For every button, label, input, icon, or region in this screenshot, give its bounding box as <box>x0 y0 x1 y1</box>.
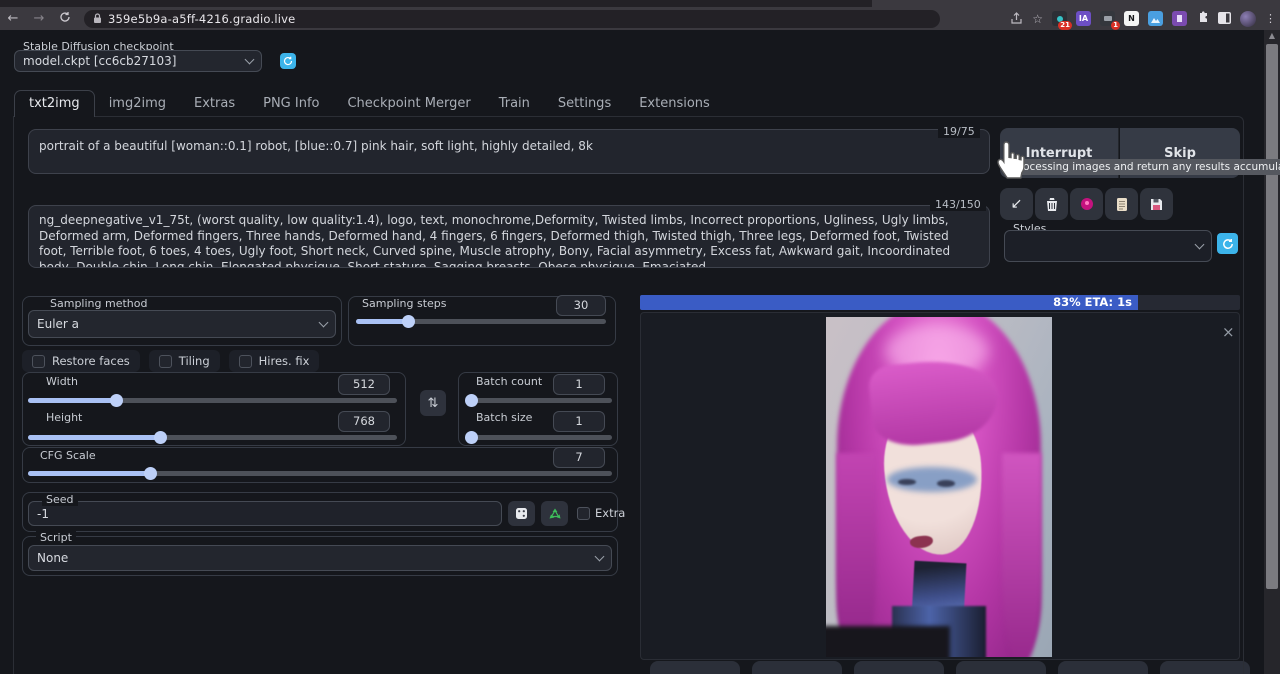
extra-networks-button[interactable] <box>1070 188 1103 220</box>
paste-arrow-icon: ↙ <box>1011 196 1023 212</box>
extensions-puzzle-icon[interactable] <box>1196 9 1209 28</box>
ext-screenshot-badge: 1 <box>1111 21 1120 30</box>
save-style-button[interactable] <box>1140 188 1173 220</box>
trash-icon <box>1045 197 1059 212</box>
extra-networks-icon <box>1080 197 1094 211</box>
batch-size-input[interactable]: 1 <box>553 411 605 432</box>
tab-img2img[interactable]: img2img <box>95 91 180 117</box>
tab-train[interactable]: Train <box>485 91 544 117</box>
height-input[interactable]: 768 <box>338 411 390 432</box>
toolbar-extensions: ☆ 21 IA 1 N ⋮ <box>1010 7 1276 30</box>
refresh-icon <box>283 56 293 66</box>
width-input[interactable]: 512 <box>338 374 390 395</box>
lock-icon <box>93 13 102 24</box>
batch-count-input[interactable]: 1 <box>553 374 605 395</box>
reload-icon[interactable] <box>52 11 78 27</box>
batch-count-label: Batch count <box>472 375 546 388</box>
height-label: Height <box>42 411 86 424</box>
scrollbar-thumb[interactable] <box>1266 44 1278 589</box>
checkpoint-value: model.ckpt [cc6cb27103] <box>23 54 246 68</box>
ext-screenshot-icon[interactable]: 1 <box>1100 11 1115 26</box>
tab-bar: txt2img img2img Extras PNG Info Checkpoi… <box>14 90 724 117</box>
checkpoint-refresh-button[interactable] <box>280 53 296 69</box>
sampling-steps-label: Sampling steps <box>358 297 451 310</box>
save-floppy-icon <box>1150 198 1163 211</box>
prompt-input[interactable]: portrait of a beautiful [woman::0.1] rob… <box>28 129 990 174</box>
ext-onenote-icon[interactable] <box>1172 11 1187 26</box>
clipboard-icon <box>1116 197 1128 212</box>
scrollbar-up-arrow[interactable]: ▲ <box>1264 30 1280 42</box>
cfg-scale-input[interactable]: 7 <box>553 447 605 468</box>
browser-toolbar: ← → 359e5b9a-a5ff-4216.gradio.live ☆ 21 … <box>0 7 1280 30</box>
apply-style-button[interactable] <box>1105 188 1138 220</box>
browser-tabstrip-right <box>872 0 1280 7</box>
tab-checkpoint-merger[interactable]: Checkpoint Merger <box>333 91 484 117</box>
sampling-steps-input[interactable]: 30 <box>556 295 606 316</box>
interrupt-tooltip: rocessing images and return any results … <box>1012 159 1280 175</box>
menu-kebab-icon[interactable]: ⋮ <box>1265 12 1276 25</box>
cfg-scale-label: CFG Scale <box>36 449 100 462</box>
ext-pin-badge: 21 <box>1058 21 1072 30</box>
negative-prompt-counter: 143/150 <box>930 198 986 211</box>
checkpoint-select[interactable]: model.ckpt [cc6cb27103] <box>14 50 262 72</box>
ext-ia-icon[interactable]: IA <box>1076 11 1091 26</box>
mouse-cursor-hand <box>994 139 1028 181</box>
tab-extras[interactable]: Extras <box>180 91 249 117</box>
address-bar[interactable]: 359e5b9a-a5ff-4216.gradio.live <box>84 10 940 28</box>
bookmark-star-icon[interactable]: ☆ <box>1032 12 1043 26</box>
tab-png-info[interactable]: PNG Info <box>249 91 333 117</box>
tab-extensions[interactable]: Extensions <box>625 91 724 117</box>
tab-txt2img[interactable]: txt2img <box>14 90 95 117</box>
share-icon[interactable] <box>1010 12 1023 25</box>
forward-icon[interactable]: → <box>26 11 52 26</box>
paste-params-button[interactable]: ↙ <box>1000 188 1033 220</box>
seed-label: Seed <box>42 493 78 506</box>
batch-size-label: Batch size <box>472 411 536 424</box>
ext-pin-icon[interactable]: 21 <box>1052 11 1067 26</box>
url-text: 359e5b9a-a5ff-4216.gradio.live <box>108 12 295 26</box>
back-icon[interactable]: ← <box>0 11 26 26</box>
clear-prompt-button[interactable] <box>1035 188 1068 220</box>
side-panel-icon[interactable] <box>1218 9 1231 28</box>
negative-prompt-input[interactable]: ng_deepnegative_v1_75t, (worst quality, … <box>28 205 990 268</box>
browser-tabstrip <box>0 0 872 7</box>
close-preview-icon[interactable]: × <box>1222 325 1235 340</box>
profile-avatar[interactable] <box>1240 11 1256 27</box>
chevron-down-icon <box>245 55 255 65</box>
script-label: Script <box>36 531 76 544</box>
app-root: ← → 359e5b9a-a5ff-4216.gradio.live ☆ 21 … <box>0 0 1280 674</box>
sampling-method-label: Sampling method <box>46 297 151 310</box>
ext-image-icon[interactable] <box>1148 11 1163 26</box>
tab-settings[interactable]: Settings <box>544 91 625 117</box>
prompt-counter: 19/75 <box>938 125 980 138</box>
page-scrollbar[interactable]: ▲ <box>1264 30 1280 674</box>
ext-notion-icon[interactable]: N <box>1124 11 1139 26</box>
width-label: Width <box>42 375 82 388</box>
